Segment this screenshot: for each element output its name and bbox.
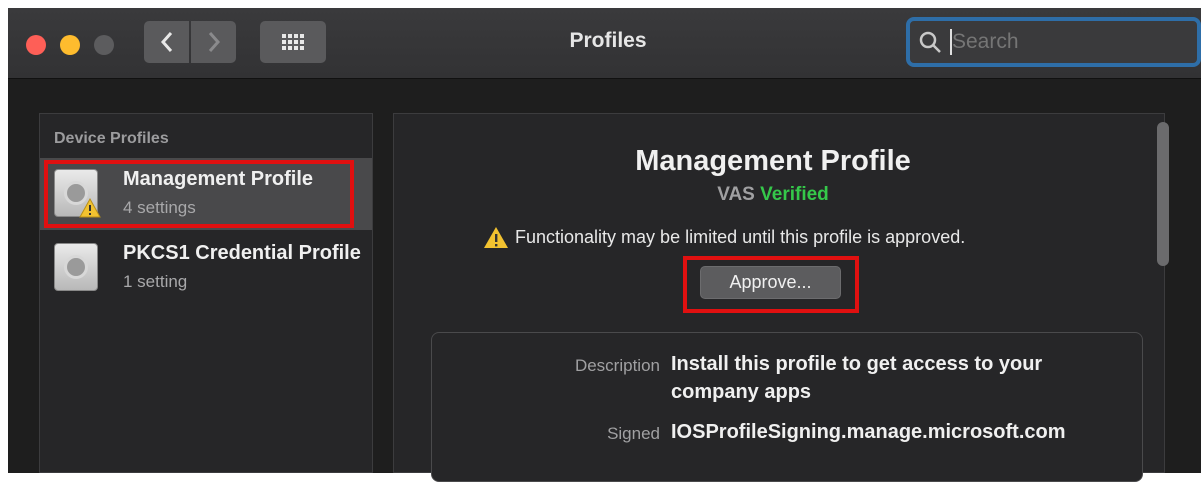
zoom-window-button[interactable] [94, 35, 114, 55]
notice-text: Functionality may be limited until this … [515, 227, 966, 247]
signed-value: IOSProfileSigning.manage.microsoft.com [671, 421, 1066, 443]
search-icon [919, 31, 941, 53]
close-window-button[interactable] [26, 35, 46, 55]
approve-highlight-box [683, 256, 859, 313]
profile-icon [54, 243, 98, 291]
description-label: Description [574, 356, 660, 375]
gear-icon [64, 255, 88, 279]
description-value: Install this profile to get access to yo… [671, 353, 1043, 403]
vas-label: VAS [717, 184, 755, 205]
scrollbar-thumb[interactable] [1157, 122, 1169, 266]
window-title: Profiles [569, 29, 647, 52]
profile-title: Management Profile [635, 145, 911, 177]
approval-notice: Functionality may be limited until this … [483, 226, 1083, 249]
sidebar-highlight-box [44, 160, 354, 228]
sidebar-item-pkcs1-credential-profile[interactable]: PKCS1 Credential Profile 1 setting [40, 232, 372, 304]
verified-label: Verified [760, 184, 829, 205]
profile-settings-count: 1 setting [123, 272, 188, 291]
search-field[interactable] [906, 17, 1201, 67]
forward-button[interactable] [191, 21, 236, 63]
chevron-left-icon [160, 32, 172, 52]
minimize-window-button[interactable] [60, 35, 80, 55]
sidebar-header: Device Profiles [54, 130, 169, 147]
search-input[interactable] [952, 28, 1182, 56]
chevron-right-icon [208, 32, 220, 52]
signed-label: Signed [607, 424, 660, 443]
show-all-button[interactable] [260, 21, 326, 63]
verification-status: VAS Verified [393, 184, 1153, 206]
grid-icon [282, 34, 304, 50]
profile-name: PKCS1 Credential Profile [123, 242, 361, 264]
back-button[interactable] [144, 21, 189, 63]
warning-icon [484, 227, 508, 248]
